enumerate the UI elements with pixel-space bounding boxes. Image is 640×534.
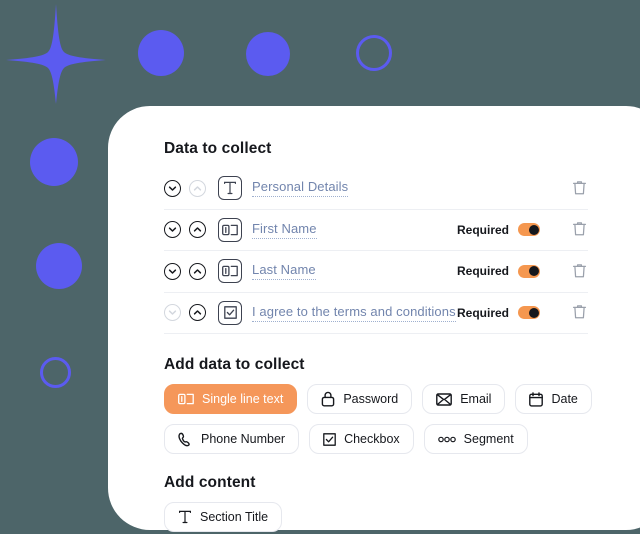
trash-icon [572, 221, 588, 238]
checkbox-icon [323, 432, 336, 446]
phone-icon [178, 432, 193, 447]
row-label[interactable]: Personal Details [252, 179, 349, 198]
chip-label: Section Title [200, 510, 269, 524]
chip-section-title[interactable]: Section Title [164, 502, 283, 532]
segment-dots-icon [437, 436, 456, 443]
table-row: First Name Required [164, 210, 588, 251]
move-down-button[interactable] [164, 304, 181, 322]
table-row: Personal Details [164, 168, 588, 210]
toggle-knob [528, 307, 539, 318]
table-row: I agree to the terms and conditions Requi… [164, 293, 588, 334]
required-toggle[interactable] [518, 306, 540, 320]
chip-label: Segment [463, 432, 514, 446]
chip-label: Date [551, 392, 578, 406]
row-label[interactable]: Last Name [252, 262, 316, 281]
single-line-text-icon [218, 217, 242, 242]
delete-row-button[interactable] [562, 180, 588, 197]
chip-label: Single line text [202, 392, 284, 406]
data-to-collect-heading: Data to collect [164, 140, 272, 157]
move-up-button[interactable] [189, 179, 206, 197]
add-data-to-collect-heading: Add data to collect [164, 356, 305, 373]
chip-email[interactable]: Email [422, 384, 506, 414]
single-line-text-icon [218, 259, 242, 284]
move-down-button[interactable] [164, 179, 181, 197]
data-to-collect-list: Personal Details First Name Required Last N… [164, 168, 588, 334]
chip-row: Phone Number Checkbox Segment [164, 424, 640, 454]
chip-label: Password [343, 392, 399, 406]
chip-label: Email [460, 392, 492, 406]
required-toggle[interactable] [518, 223, 540, 237]
chip-date[interactable]: Date [515, 384, 592, 414]
calendar-icon [529, 391, 544, 407]
chip-single-line-text[interactable]: Single line text [164, 384, 298, 414]
chip-segment[interactable]: Segment [423, 424, 528, 454]
text-title-icon [218, 176, 242, 201]
move-down-button[interactable] [164, 221, 181, 239]
chip-password[interactable]: Password [307, 384, 413, 414]
single-line-text-icon [178, 393, 194, 405]
move-up-button[interactable] [189, 262, 206, 280]
chip-row: Section Title [164, 502, 640, 532]
row-label[interactable]: I agree to the terms and conditions [252, 304, 456, 322]
sparkle-star-icon [6, 4, 106, 104]
decor-circle-solid-2 [246, 32, 290, 76]
delete-row-button[interactable] [562, 221, 588, 238]
required-label: Required [456, 222, 509, 237]
chip-checkbox[interactable]: Checkbox [309, 424, 414, 454]
text-title-icon [178, 510, 192, 524]
delete-row-button[interactable] [562, 304, 588, 321]
checkbox-icon [218, 300, 242, 325]
move-up-button[interactable] [189, 221, 206, 239]
decor-circle-solid-1 [138, 30, 184, 76]
move-down-button[interactable] [164, 262, 181, 280]
required-label: Required [456, 305, 509, 320]
decor-circle-ring-2 [40, 357, 71, 388]
toggle-knob [528, 266, 539, 277]
chip-row: Single line text Password Email Date [164, 384, 640, 414]
add-content-heading: Add content [164, 474, 256, 491]
chip-label: Checkbox [344, 432, 400, 446]
chip-phone-number[interactable]: Phone Number [164, 424, 300, 454]
row-label[interactable]: First Name [252, 221, 317, 239]
lock-icon [321, 391, 335, 407]
trash-icon [572, 263, 588, 280]
decor-circle-ring-1 [356, 35, 392, 71]
table-row: Last Name Required [164, 251, 588, 293]
trash-icon [572, 180, 588, 197]
move-up-button[interactable] [189, 304, 206, 322]
envelope-icon [436, 392, 453, 406]
delete-row-button[interactable] [562, 263, 588, 280]
decor-circle-solid-3 [30, 138, 78, 186]
form-builder-card: Data to collect Personal Details First Na… [108, 106, 640, 532]
add-content-chip-group: Section Title [164, 502, 640, 532]
required-label: Required [456, 264, 509, 279]
add-data-chip-group: Single line text Password Email Date Phone N… [164, 384, 640, 454]
chip-label: Phone Number [201, 432, 286, 446]
required-toggle[interactable] [518, 264, 540, 278]
trash-icon [572, 304, 588, 321]
decor-circle-solid-4 [36, 243, 82, 289]
toggle-knob [528, 224, 539, 235]
